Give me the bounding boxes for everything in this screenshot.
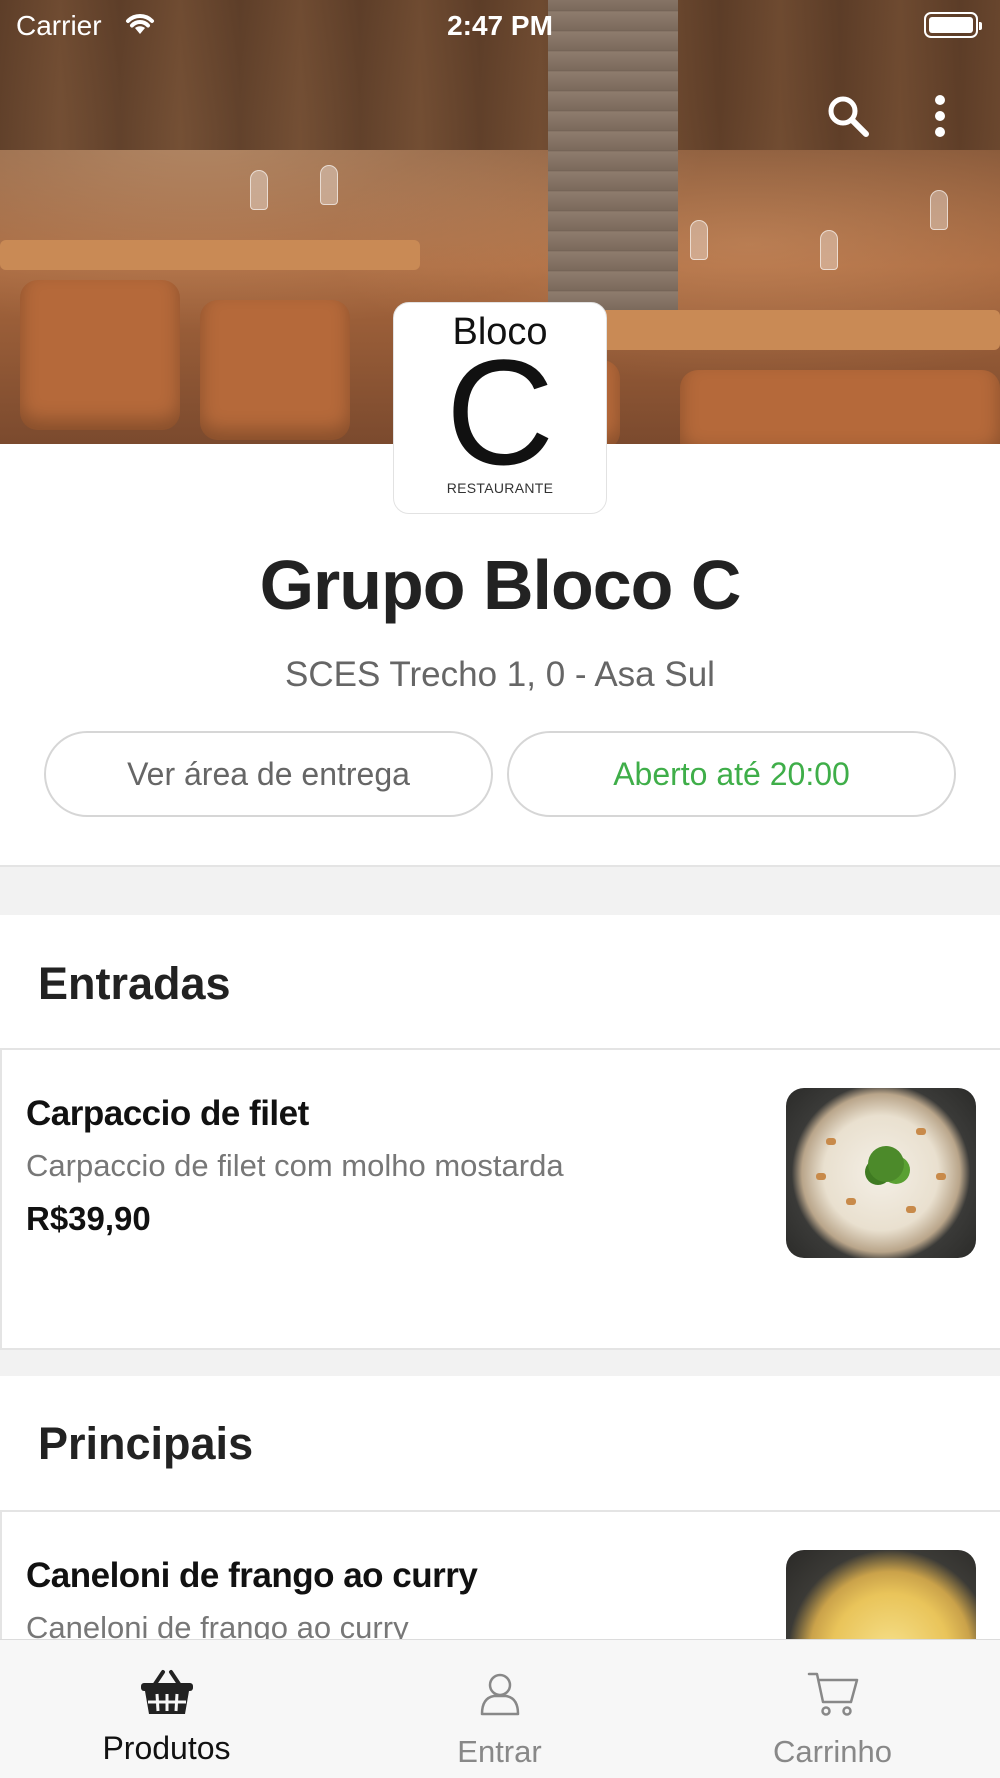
hero-actions [824,92,964,140]
store-address: SCES Trecho 1, 0 - Asa Sul [285,655,715,694]
status-bar: Carrier 2:47 PM [0,0,1000,50]
topping [916,1128,926,1135]
logo-line2: RESTAURANTE [446,480,554,496]
product-name: Caneloni de frango ao curry [26,1556,478,1595]
tab-produtos[interactable]: Produtos [0,1640,333,1778]
hero-chair [200,300,350,440]
tab-label: Carrinho [773,1734,892,1769]
store-logo: Bloco C RESTAURANTE [393,302,607,514]
search-button[interactable] [824,92,872,140]
topping [906,1206,916,1213]
search-icon [828,96,869,137]
tab-carrinho[interactable]: Carrinho [666,1640,999,1778]
section-header-principais: Principais [0,1376,1000,1510]
cart-icon [807,1672,858,1716]
tab-bar: Produtos Entrar Carrinho [0,1639,1000,1778]
product-price: R$39,90 [26,1200,151,1237]
hero-table [600,310,1000,350]
battery-icon [924,12,982,38]
delivery-area-button[interactable]: Ver área de entrega [44,731,493,817]
store-name: Grupo Bloco C [259,546,742,624]
open-status-badge[interactable]: Aberto até 20:00 [507,731,956,817]
hero-glass [690,220,708,260]
section-divider [0,1350,1000,1376]
section-title: Principais [38,1418,254,1469]
product-description: Carpaccio de filet com molho mostarda [26,1148,564,1183]
section-divider [0,865,1000,915]
product-image [786,1088,976,1258]
hero-glass [820,230,838,270]
hero-chair [680,370,1000,444]
basket-icon [140,1670,193,1714]
more-options-button[interactable] [916,92,964,140]
product-name: Carpaccio de filet [26,1094,309,1133]
hero-glass [250,170,268,210]
herb-garnish [868,1146,904,1182]
section-header-entradas: Entradas [0,915,1000,1048]
tab-entrar[interactable]: Entrar [333,1640,666,1778]
hero-glass [320,165,338,205]
topping [846,1198,856,1205]
topping [816,1173,826,1180]
hero-table [0,240,420,270]
tab-label: Produtos [102,1730,231,1766]
section-title: Entradas [38,958,231,1009]
more-vertical-icon [935,95,945,137]
product-card[interactable]: Carpaccio de filet Carpaccio de filet co… [0,1048,1000,1350]
logo-letter: C [445,328,555,496]
clock: 2:47 PM [447,10,553,41]
topping [826,1138,836,1145]
hero-chair [20,280,180,430]
hero-glass [930,190,948,230]
topping [936,1173,946,1180]
user-icon [480,1673,519,1716]
tab-label: Entrar [457,1734,542,1769]
